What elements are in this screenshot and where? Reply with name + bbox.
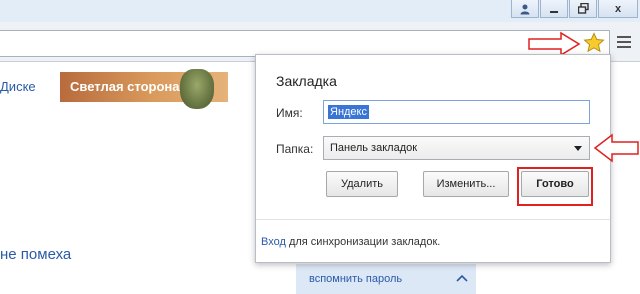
browser-window: x Диске Светлая сторона не помеха вспомн…	[0, 0, 640, 294]
menu-icon[interactable]	[617, 36, 631, 48]
annotation-arrow-left-icon	[593, 133, 639, 163]
folder-value: Панель закладок	[330, 142, 418, 154]
edit-button[interactable]: Изменить...	[423, 171, 509, 197]
sync-signin-link[interactable]: Вход	[261, 236, 286, 248]
remember-password-bar[interactable]: вспомнить пароль	[296, 264, 476, 294]
helper-text: не помеха	[0, 246, 72, 263]
popup-title: Закладка	[276, 73, 337, 89]
banner-text: Светлая сторона	[70, 79, 180, 94]
bookmark-popup: Закладка Имя: Яндекс Папка: Панель закла…	[255, 54, 611, 263]
sync-description: для синхронизации закладок.	[285, 236, 441, 248]
sync-text: Вход для синхронизации закладок.	[261, 236, 440, 248]
done-button[interactable]: Готово	[521, 171, 589, 197]
divider	[256, 219, 610, 220]
window-controls: x	[510, 0, 638, 18]
chevron-up-icon[interactable]	[456, 273, 468, 283]
remember-password-link[interactable]: вспомнить пароль	[309, 273, 402, 285]
disk-link[interactable]: Диске	[0, 79, 36, 94]
close-button[interactable]: x	[598, 0, 638, 18]
title-bar: x	[0, 0, 640, 22]
name-value: Яндекс	[328, 105, 369, 119]
address-bar[interactable]	[0, 30, 610, 57]
folder-label: Папка:	[276, 142, 314, 156]
name-label: Имя:	[276, 106, 303, 120]
chevron-down-icon	[574, 146, 582, 151]
banner[interactable]: Светлая сторона	[60, 69, 228, 109]
minimize-icon[interactable]	[540, 0, 568, 18]
yoda-image	[180, 69, 214, 109]
restore-icon[interactable]	[569, 0, 597, 18]
name-input[interactable]: Яндекс	[323, 100, 590, 124]
delete-button[interactable]: Удалить	[326, 171, 398, 197]
star-icon[interactable]	[583, 32, 605, 54]
folder-select[interactable]: Панель закладок	[323, 136, 590, 160]
close-icon: x	[614, 2, 622, 15]
user-icon[interactable]	[511, 0, 539, 18]
